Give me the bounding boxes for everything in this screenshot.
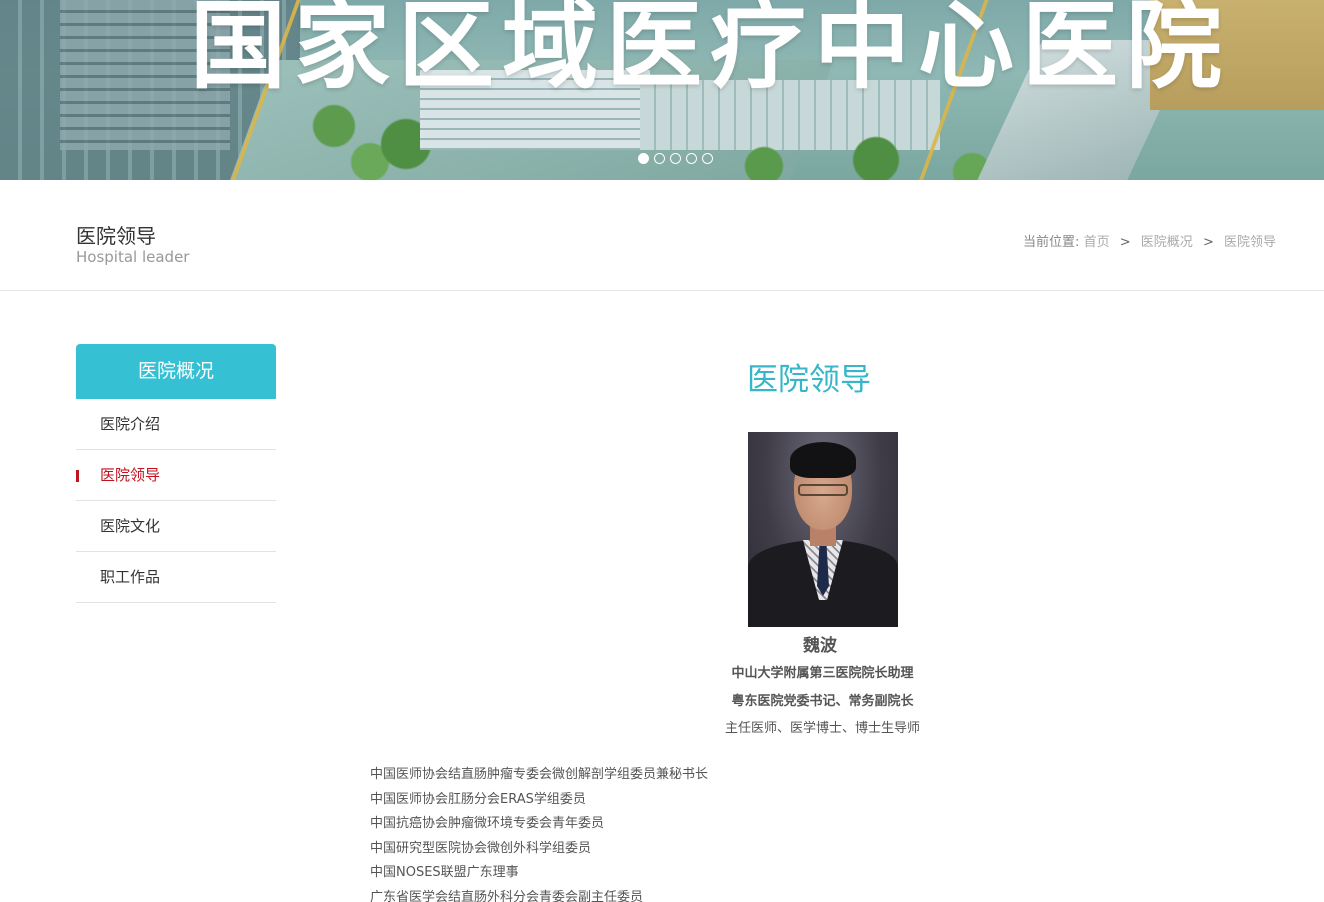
leader-roles-list: 中国医师协会结直肠肿瘤专委会微创解剖学组委员兼秘书长 中国医师协会肛肠分会ERA… — [370, 765, 708, 902]
sidebar-heading: 医院概况 — [76, 344, 276, 399]
leader-position-1: 中山大学附属第三医院院长助理 — [731, 666, 914, 681]
sidebar-item-introduction[interactable]: 医院介绍 — [76, 399, 276, 450]
banner-trees — [700, 130, 1020, 180]
leader-credentials: 主任医师、医学博士、博士生导师 — [724, 721, 920, 736]
sidebar-item-culture[interactable]: 医院文化 — [76, 501, 276, 552]
carousel-dot-1[interactable] — [638, 153, 649, 164]
portrait-hair — [790, 442, 856, 478]
list-item: 中国医师协会结直肠肿瘤专委会微创解剖学组委员兼秘书长 — [370, 767, 709, 782]
breadcrumb-separator: > — [1202, 235, 1214, 250]
page-header: 医院领导 Hospital leader 当前位置: 首页 > 医院概况 > 医… — [0, 180, 1324, 291]
breadcrumb: 当前位置: 首页 > 医院概况 > 医院领导 — [1023, 231, 1276, 250]
content-title: 医院领导 — [747, 362, 871, 398]
leader-portrait — [748, 432, 898, 627]
page-subtitle: Hospital leader — [76, 248, 190, 266]
list-item: 广东省医学会结直肠外科分会青委会副主任委员 — [370, 889, 644, 902]
carousel-dot-4[interactable] — [686, 153, 697, 164]
portrait-glasses — [798, 484, 848, 496]
sidebar: 医院概况 医院介绍 医院领导 医院文化 职工作品 — [76, 344, 276, 603]
breadcrumb-current[interactable]: 医院领导 — [1224, 235, 1276, 250]
leader-position-2: 粤东医院党委书记、常务副院长 — [731, 694, 914, 709]
sidebar-item-staff-works[interactable]: 职工作品 — [76, 552, 276, 603]
page-title: 医院领导 — [76, 224, 156, 248]
list-item: 中国抗癌协会肿瘤微环境专委会青年委员 — [370, 816, 605, 831]
carousel-dot-2[interactable] — [654, 153, 665, 164]
sidebar-item-leaders[interactable]: 医院领导 — [76, 450, 276, 501]
breadcrumb-overview-link[interactable]: 医院概况 — [1141, 235, 1193, 250]
carousel-dot-5[interactable] — [702, 153, 713, 164]
hero-banner: 国家区域医疗中心医院 — [0, 0, 1324, 180]
breadcrumb-home-link[interactable]: 首页 — [1084, 235, 1110, 250]
list-item: 中国医师协会肛肠分会ERAS学组委员 — [370, 791, 586, 807]
breadcrumb-prefix: 当前位置: — [1023, 235, 1080, 250]
carousel-dot-3[interactable] — [670, 153, 681, 164]
list-item: 中国NOSES联盟广东理事 — [370, 865, 519, 880]
carousel-dots — [638, 153, 713, 164]
banner-title: 国家区域医疗中心医院 — [190, 0, 1230, 102]
breadcrumb-separator: > — [1119, 235, 1131, 250]
leader-name: 魏波 — [803, 636, 837, 656]
list-item: 中国研究型医院协会微创外科学组委员 — [370, 840, 592, 856]
